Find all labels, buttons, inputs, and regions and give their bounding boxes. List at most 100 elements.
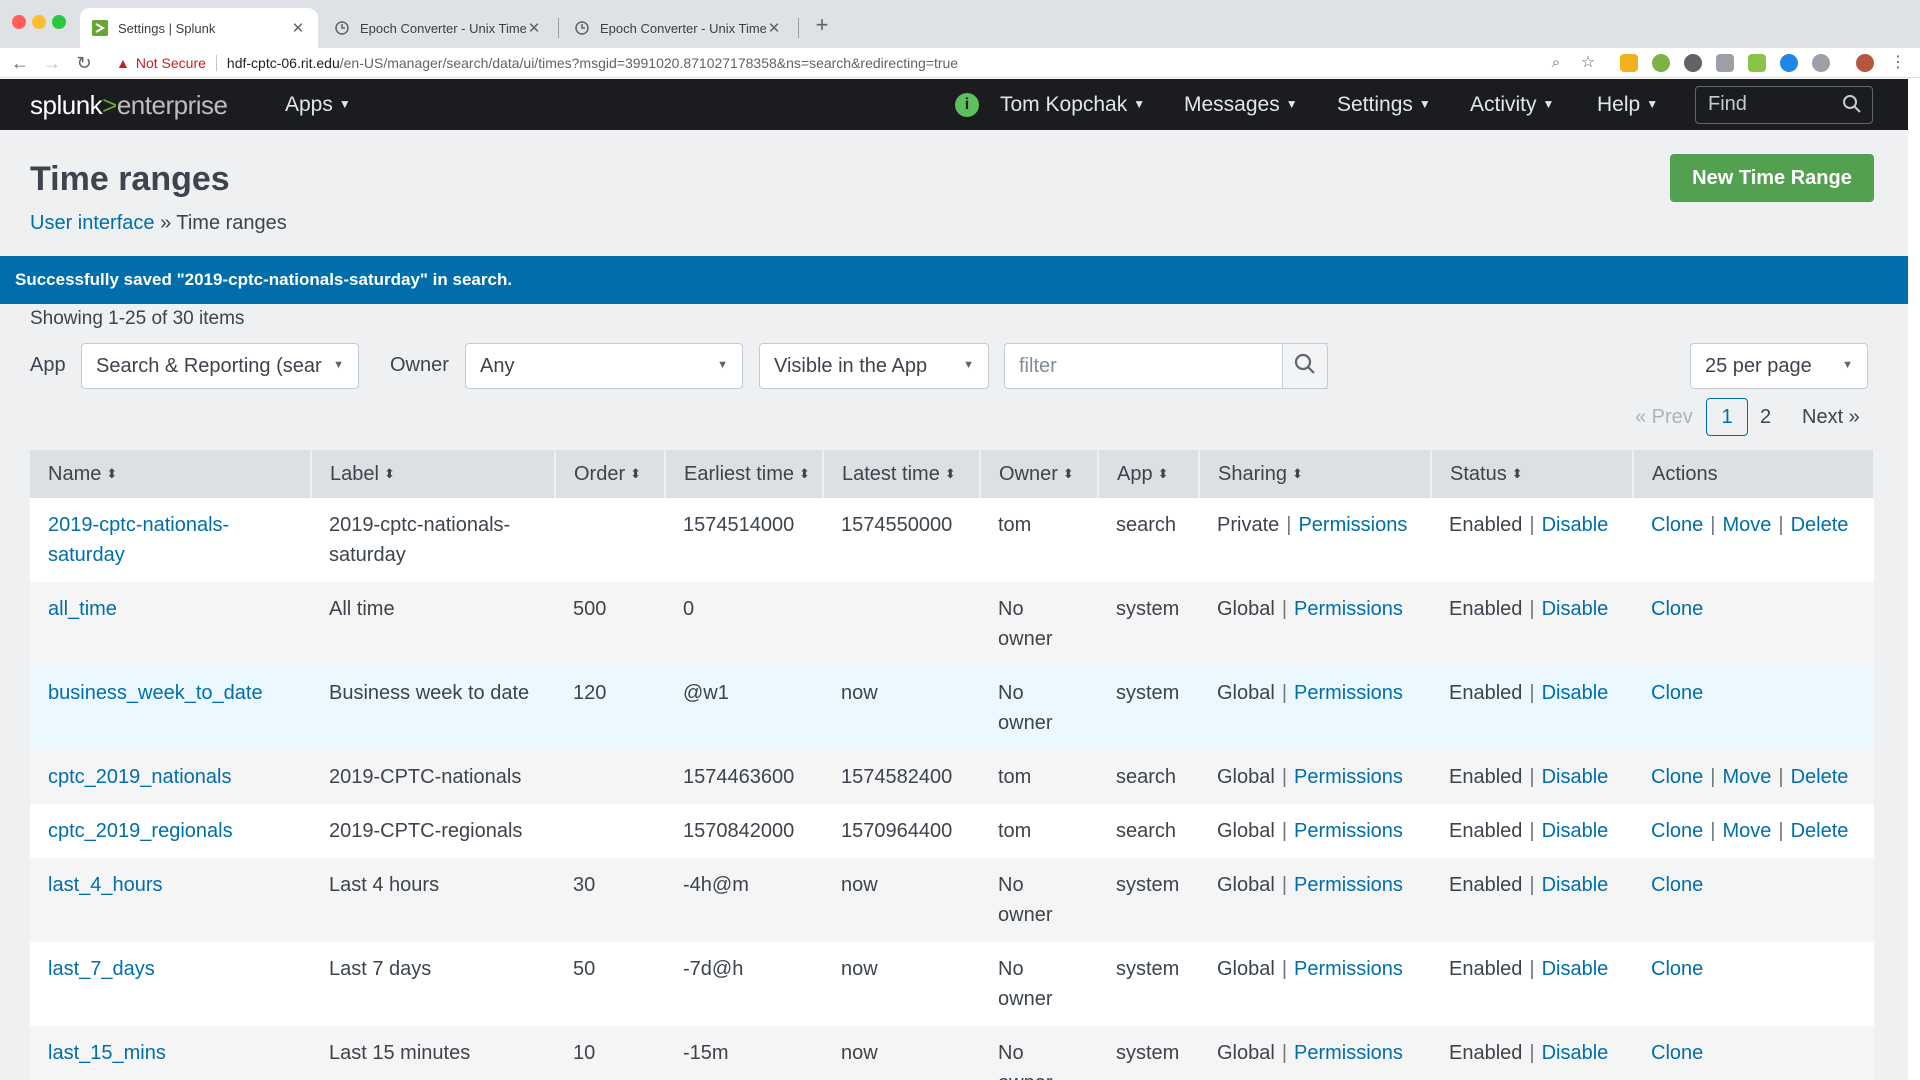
clone-action-link[interactable]: Clone bbox=[1651, 1042, 1703, 1064]
cell-label-value: Last 4 hours bbox=[329, 874, 440, 896]
cell-name-value[interactable]: business_week_to_date bbox=[48, 682, 263, 704]
tab-close-icon[interactable]: ✕ bbox=[526, 19, 542, 37]
profile-avatar[interactable] bbox=[1856, 54, 1874, 72]
nav-apps-menu[interactable]: Apps ▼ bbox=[285, 93, 351, 117]
permissions-link[interactable]: Permissions bbox=[1294, 958, 1403, 980]
sort-icon: ⬍ bbox=[1291, 465, 1303, 481]
window-maximize-icon[interactable] bbox=[52, 15, 66, 29]
tab-close-icon[interactable]: ✕ bbox=[766, 19, 782, 37]
clone-action-link[interactable]: Clone bbox=[1651, 598, 1703, 620]
disable-link[interactable]: Disable bbox=[1542, 820, 1609, 842]
clone-action-link[interactable]: Clone bbox=[1651, 874, 1703, 896]
nav-user-menu[interactable]: Tom Kopchak ▼ bbox=[1000, 93, 1145, 117]
window-minimize-icon[interactable] bbox=[32, 15, 46, 29]
url-field[interactable]: ▲ Not Secure hdf-cptc-06.rit.edu/en-US/m… bbox=[116, 50, 1576, 76]
per-page-select[interactable]: 25 per page ▼ bbox=[1690, 343, 1868, 389]
cell-name-value[interactable]: last_15_mins bbox=[48, 1042, 166, 1064]
column-header-earliest[interactable]: Earliest time ⬍ bbox=[665, 450, 824, 498]
disable-link[interactable]: Disable bbox=[1542, 958, 1609, 980]
cell-name-value[interactable]: cptc_2019_nationals bbox=[48, 766, 231, 788]
extension-icon[interactable] bbox=[1620, 54, 1638, 72]
clone-action-link[interactable]: Clone bbox=[1651, 682, 1703, 704]
info-icon[interactable]: i bbox=[955, 93, 979, 117]
pagination-prev[interactable]: « Prev bbox=[1635, 406, 1693, 429]
find-input[interactable]: Find bbox=[1695, 86, 1873, 124]
permissions-link[interactable]: Permissions bbox=[1294, 682, 1403, 704]
cell-name-value[interactable]: last_7_days bbox=[48, 958, 155, 980]
browser-tab-epoch-2[interactable]: Epoch Converter - Unix Timest ✕ bbox=[562, 8, 794, 48]
back-icon[interactable]: ← bbox=[8, 51, 32, 75]
pagination-next[interactable]: Next » bbox=[1802, 406, 1860, 429]
column-header-status[interactable]: Status ⬍ bbox=[1431, 450, 1634, 498]
tab-close-icon[interactable]: ✕ bbox=[290, 19, 306, 37]
filter-search-button[interactable] bbox=[1282, 343, 1328, 389]
permissions-link[interactable]: Permissions bbox=[1294, 874, 1403, 896]
zoom-icon[interactable]: ⌕ bbox=[1544, 51, 1568, 75]
pagination-page-2[interactable]: 2 bbox=[1760, 406, 1771, 429]
clone-action-link[interactable]: Clone bbox=[1651, 514, 1703, 536]
column-header-owner[interactable]: Owner ⬍ bbox=[980, 450, 1099, 498]
delete-action-link[interactable]: Delete bbox=[1791, 820, 1849, 842]
browser-tab-epoch-1[interactable]: Epoch Converter - Unix Timest ✕ bbox=[322, 8, 554, 48]
visibility-filter-select[interactable]: Visible in the App ▼ bbox=[759, 343, 989, 389]
column-header-latest[interactable]: Latest time ⬍ bbox=[823, 450, 981, 498]
nav-activity-menu[interactable]: Activity ▼ bbox=[1470, 93, 1554, 117]
cell-name-value[interactable]: all_time bbox=[48, 598, 117, 620]
caret-down-icon: ▼ bbox=[1418, 97, 1431, 111]
move-action-link[interactable]: Move bbox=[1722, 514, 1771, 536]
column-header-name[interactable]: Name ⬍ bbox=[30, 450, 312, 498]
extension-icon[interactable] bbox=[1780, 54, 1798, 72]
column-header-sharing[interactable]: Sharing ⬍ bbox=[1199, 450, 1432, 498]
cell-name-value[interactable]: cptc_2019_regionals bbox=[48, 820, 233, 842]
extension-icon[interactable] bbox=[1684, 54, 1702, 72]
reload-icon[interactable]: ↻ bbox=[72, 51, 96, 75]
extension-icon[interactable] bbox=[1812, 54, 1830, 72]
breadcrumb-current: Time ranges bbox=[176, 212, 287, 234]
search-icon[interactable] bbox=[1842, 94, 1862, 120]
move-action-link[interactable]: Move bbox=[1722, 766, 1771, 788]
disable-link[interactable]: Disable bbox=[1542, 514, 1609, 536]
cell-owner: tom bbox=[980, 804, 1098, 858]
permissions-link[interactable]: Permissions bbox=[1294, 766, 1403, 788]
column-header-label[interactable]: Label ⬍ bbox=[311, 450, 556, 498]
extension-icon[interactable] bbox=[1652, 54, 1670, 72]
nav-settings-menu[interactable]: Settings ▼ bbox=[1337, 93, 1431, 117]
nav-messages-menu[interactable]: Messages ▼ bbox=[1184, 93, 1298, 117]
permissions-link[interactable]: Permissions bbox=[1294, 598, 1403, 620]
disable-link[interactable]: Disable bbox=[1542, 874, 1609, 896]
extension-icon[interactable] bbox=[1716, 54, 1734, 72]
delete-action-link[interactable]: Delete bbox=[1791, 766, 1849, 788]
disable-link[interactable]: Disable bbox=[1542, 598, 1609, 620]
extension-icon[interactable] bbox=[1748, 54, 1766, 72]
cell-name-value[interactable]: 2019-cptc-nationals-saturday bbox=[48, 514, 229, 566]
splunk-logo[interactable]: splunk>enterprise bbox=[30, 90, 228, 121]
disable-link[interactable]: Disable bbox=[1542, 766, 1609, 788]
clone-action-link[interactable]: Clone bbox=[1651, 820, 1703, 842]
bookmark-star-icon[interactable]: ☆ bbox=[1576, 51, 1600, 75]
permissions-link[interactable]: Permissions bbox=[1294, 820, 1403, 842]
disable-link[interactable]: Disable bbox=[1542, 682, 1609, 704]
column-header-app[interactable]: App ⬍ bbox=[1098, 450, 1200, 498]
clone-action-link[interactable]: Clone bbox=[1651, 958, 1703, 980]
app-filter-select[interactable]: Search & Reporting (sear ▼ bbox=[81, 343, 359, 389]
column-header-order[interactable]: Order ⬍ bbox=[555, 450, 666, 498]
tab-title: Settings | Splunk bbox=[118, 20, 216, 36]
disable-link[interactable]: Disable bbox=[1542, 1042, 1609, 1064]
breadcrumb-user-interface-link[interactable]: User interface bbox=[30, 212, 155, 234]
browser-menu-icon[interactable]: ⋮ bbox=[1886, 51, 1910, 75]
permissions-link[interactable]: Permissions bbox=[1294, 1042, 1403, 1064]
permissions-link[interactable]: Permissions bbox=[1298, 514, 1407, 536]
new-tab-icon[interactable]: + bbox=[808, 12, 836, 40]
clone-action-link[interactable]: Clone bbox=[1651, 766, 1703, 788]
nav-help-menu[interactable]: Help ▼ bbox=[1597, 93, 1658, 117]
cell-name-value[interactable]: last_4_hours bbox=[48, 874, 163, 896]
browser-tab-settings[interactable]: Settings | Splunk ✕ bbox=[80, 8, 318, 48]
owner-filter-select[interactable]: Any ▼ bbox=[465, 343, 743, 389]
move-action-link[interactable]: Move bbox=[1722, 820, 1771, 842]
new-time-range-button[interactable]: New Time Range bbox=[1670, 154, 1874, 202]
forward-icon[interactable]: → bbox=[40, 51, 64, 75]
window-close-icon[interactable] bbox=[12, 15, 26, 29]
filter-input[interactable]: filter bbox=[1004, 343, 1328, 389]
delete-action-link[interactable]: Delete bbox=[1791, 514, 1849, 536]
pagination-page-1[interactable]: 1 bbox=[1706, 398, 1748, 436]
